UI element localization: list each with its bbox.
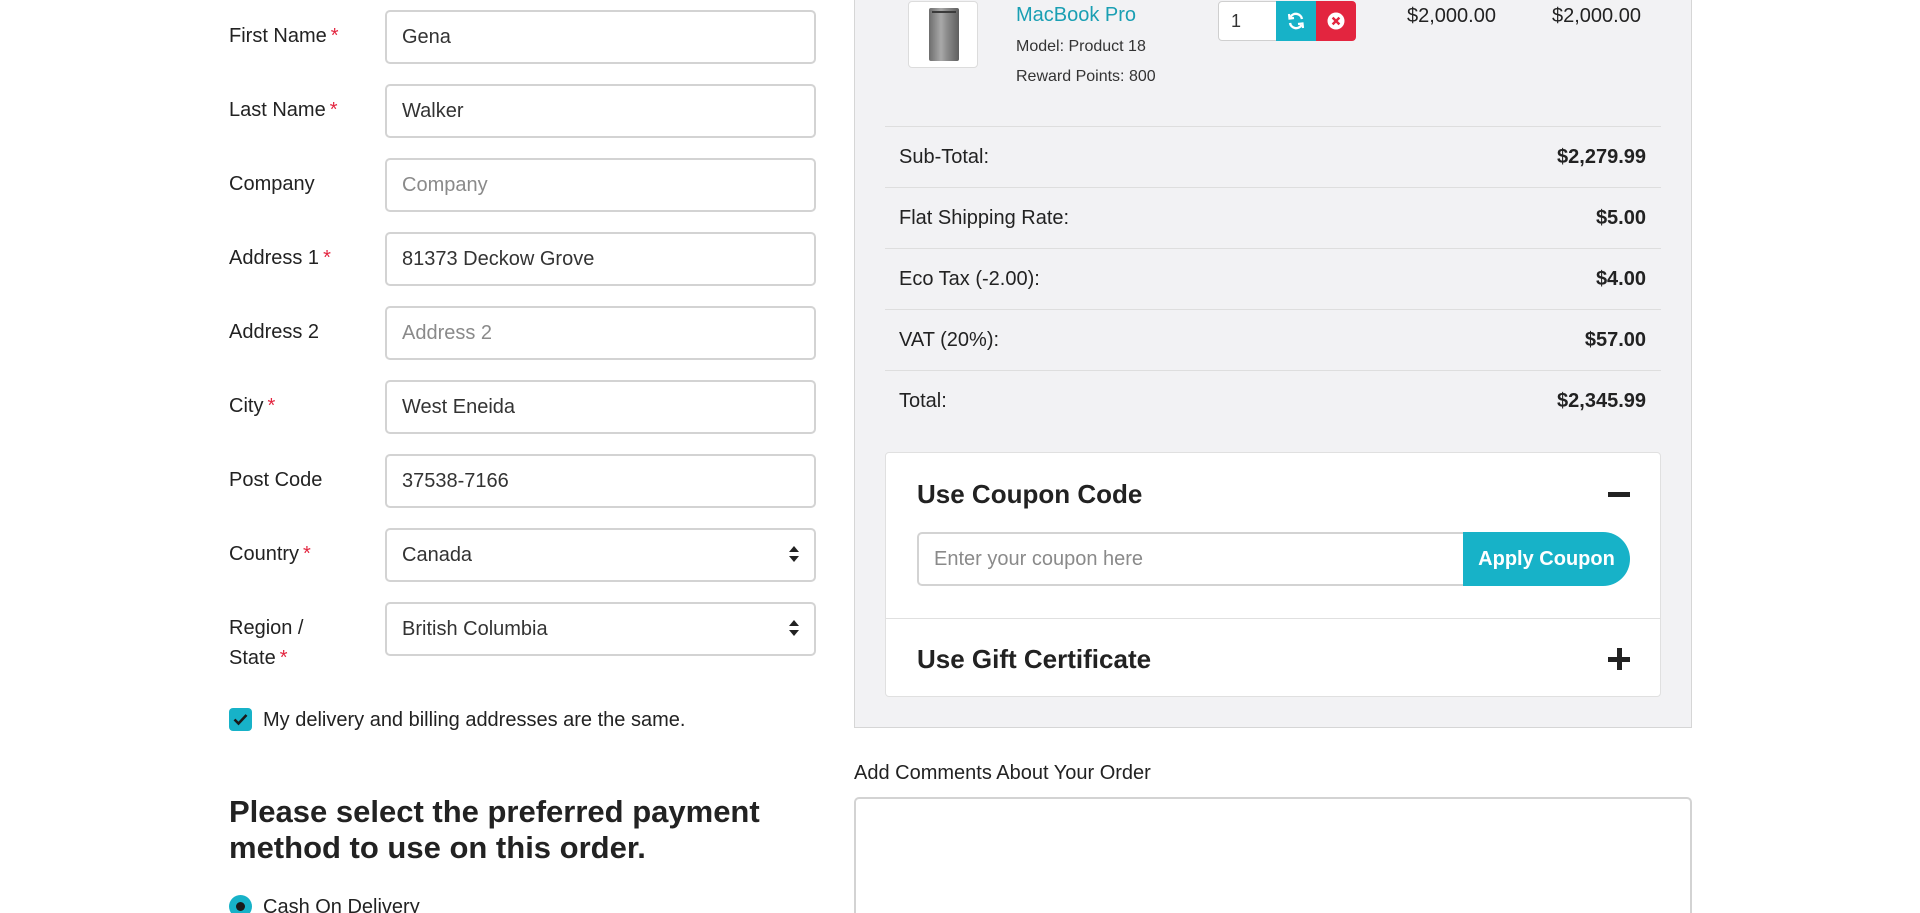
unit-price: $2,000.00 xyxy=(1407,5,1496,27)
totals-table: Sub-Total: $2,279.99 Flat Shipping Rate:… xyxy=(885,126,1661,431)
total-label: Sub-Total: xyxy=(899,146,990,168)
product-model: Model: Product 18 xyxy=(1016,38,1146,55)
company-input[interactable]: Company xyxy=(385,158,816,212)
subtotal-row: Sub-Total: $2,279.99 xyxy=(885,126,1661,187)
same-address-checkbox[interactable] xyxy=(229,708,252,731)
last-name-input[interactable]: Walker xyxy=(385,84,816,138)
required-marker: * xyxy=(267,395,276,417)
eco-tax-row: Eco Tax (-2.00): $4.00 xyxy=(885,248,1661,309)
required-marker: * xyxy=(303,543,311,565)
total-value: $5.00 xyxy=(1595,207,1646,229)
discount-accordion: Use Coupon Code Enter your coupon here A… xyxy=(885,452,1661,697)
required-marker: * xyxy=(330,25,339,47)
check-icon xyxy=(233,714,248,726)
divider xyxy=(886,618,1660,619)
payment-method-heading: Please select the preferred payment meth… xyxy=(229,794,760,865)
country-select-value: Canada xyxy=(402,544,473,566)
last-name-label: Last Name * xyxy=(229,99,338,121)
close-circle-icon xyxy=(1327,12,1345,30)
minus-icon[interactable] xyxy=(1608,492,1630,497)
product-reward-points: Reward Points: 800 xyxy=(1016,68,1156,85)
coupon-input[interactable]: Enter your coupon here xyxy=(917,532,1467,586)
country-label: Country * xyxy=(229,543,311,565)
comments-textarea[interactable] xyxy=(854,797,1692,913)
plus-icon[interactable] xyxy=(1608,648,1630,670)
same-address-label: My delivery and billing addresses are th… xyxy=(263,709,686,731)
post-code-label: Post Code xyxy=(229,469,323,491)
first-name-label: First Name * xyxy=(229,25,339,47)
gift-certificate-toggle[interactable]: Use Gift Certificate xyxy=(917,643,1151,675)
refresh-icon xyxy=(1287,12,1305,30)
total-label: VAT (20%): xyxy=(899,329,1000,351)
total-value: $2,345.99 xyxy=(1557,390,1646,412)
cash-on-delivery-radio[interactable] xyxy=(229,895,252,913)
required-marker: * xyxy=(279,647,288,669)
select-arrows-icon xyxy=(788,544,800,564)
address-2-label: Address 2 xyxy=(229,321,320,343)
region-label: Region / State * xyxy=(229,617,304,669)
select-arrows-icon xyxy=(788,618,800,638)
total-value: $57.00 xyxy=(1584,329,1646,351)
grand-total-row: Total: $2,345.99 xyxy=(885,370,1661,431)
address-2-input[interactable]: Address 2 xyxy=(385,306,816,360)
required-marker: * xyxy=(323,247,331,269)
first-name-input[interactable]: Gena xyxy=(385,10,816,64)
region-select-value: British Columbia xyxy=(402,618,548,640)
comments-label: Add Comments About Your Order xyxy=(854,762,1151,784)
region-select[interactable]: British Columbia xyxy=(385,602,816,656)
country-select[interactable]: Canada xyxy=(385,528,816,582)
laptop-image xyxy=(929,8,959,61)
city-input[interactable]: West Eneida xyxy=(385,380,816,434)
company-label: Company xyxy=(229,173,315,195)
total-label: Eco Tax (-2.00): xyxy=(899,268,1040,290)
line-total: $2,000.00 xyxy=(1552,5,1641,27)
coupon-section-toggle[interactable]: Use Coupon Code xyxy=(917,478,1142,510)
required-marker: * xyxy=(329,99,338,121)
post-code-input[interactable]: 37538-7166 xyxy=(385,454,816,508)
remove-item-button[interactable] xyxy=(1316,1,1356,41)
total-label: Total: xyxy=(899,390,947,412)
shipping-row: Flat Shipping Rate: $5.00 xyxy=(885,187,1661,248)
product-name-link[interactable]: MacBook Pro xyxy=(1016,0,1136,30)
quantity-input[interactable]: 1 xyxy=(1218,1,1278,41)
update-quantity-button[interactable] xyxy=(1276,1,1316,41)
address-1-input[interactable]: 81373 Deckow Grove xyxy=(385,232,816,286)
total-value: $2,279.99 xyxy=(1557,146,1646,168)
product-thumbnail[interactable] xyxy=(908,1,978,68)
total-label: Flat Shipping Rate: xyxy=(899,207,1070,229)
apply-coupon-button[interactable]: Apply Coupon xyxy=(1463,532,1630,586)
address-1-label: Address 1 * xyxy=(229,247,331,269)
city-label: City * xyxy=(229,395,276,417)
total-value: $4.00 xyxy=(1595,268,1646,290)
cash-on-delivery-label: Cash On Delivery xyxy=(263,896,420,913)
vat-row: VAT (20%): $57.00 xyxy=(885,309,1661,370)
